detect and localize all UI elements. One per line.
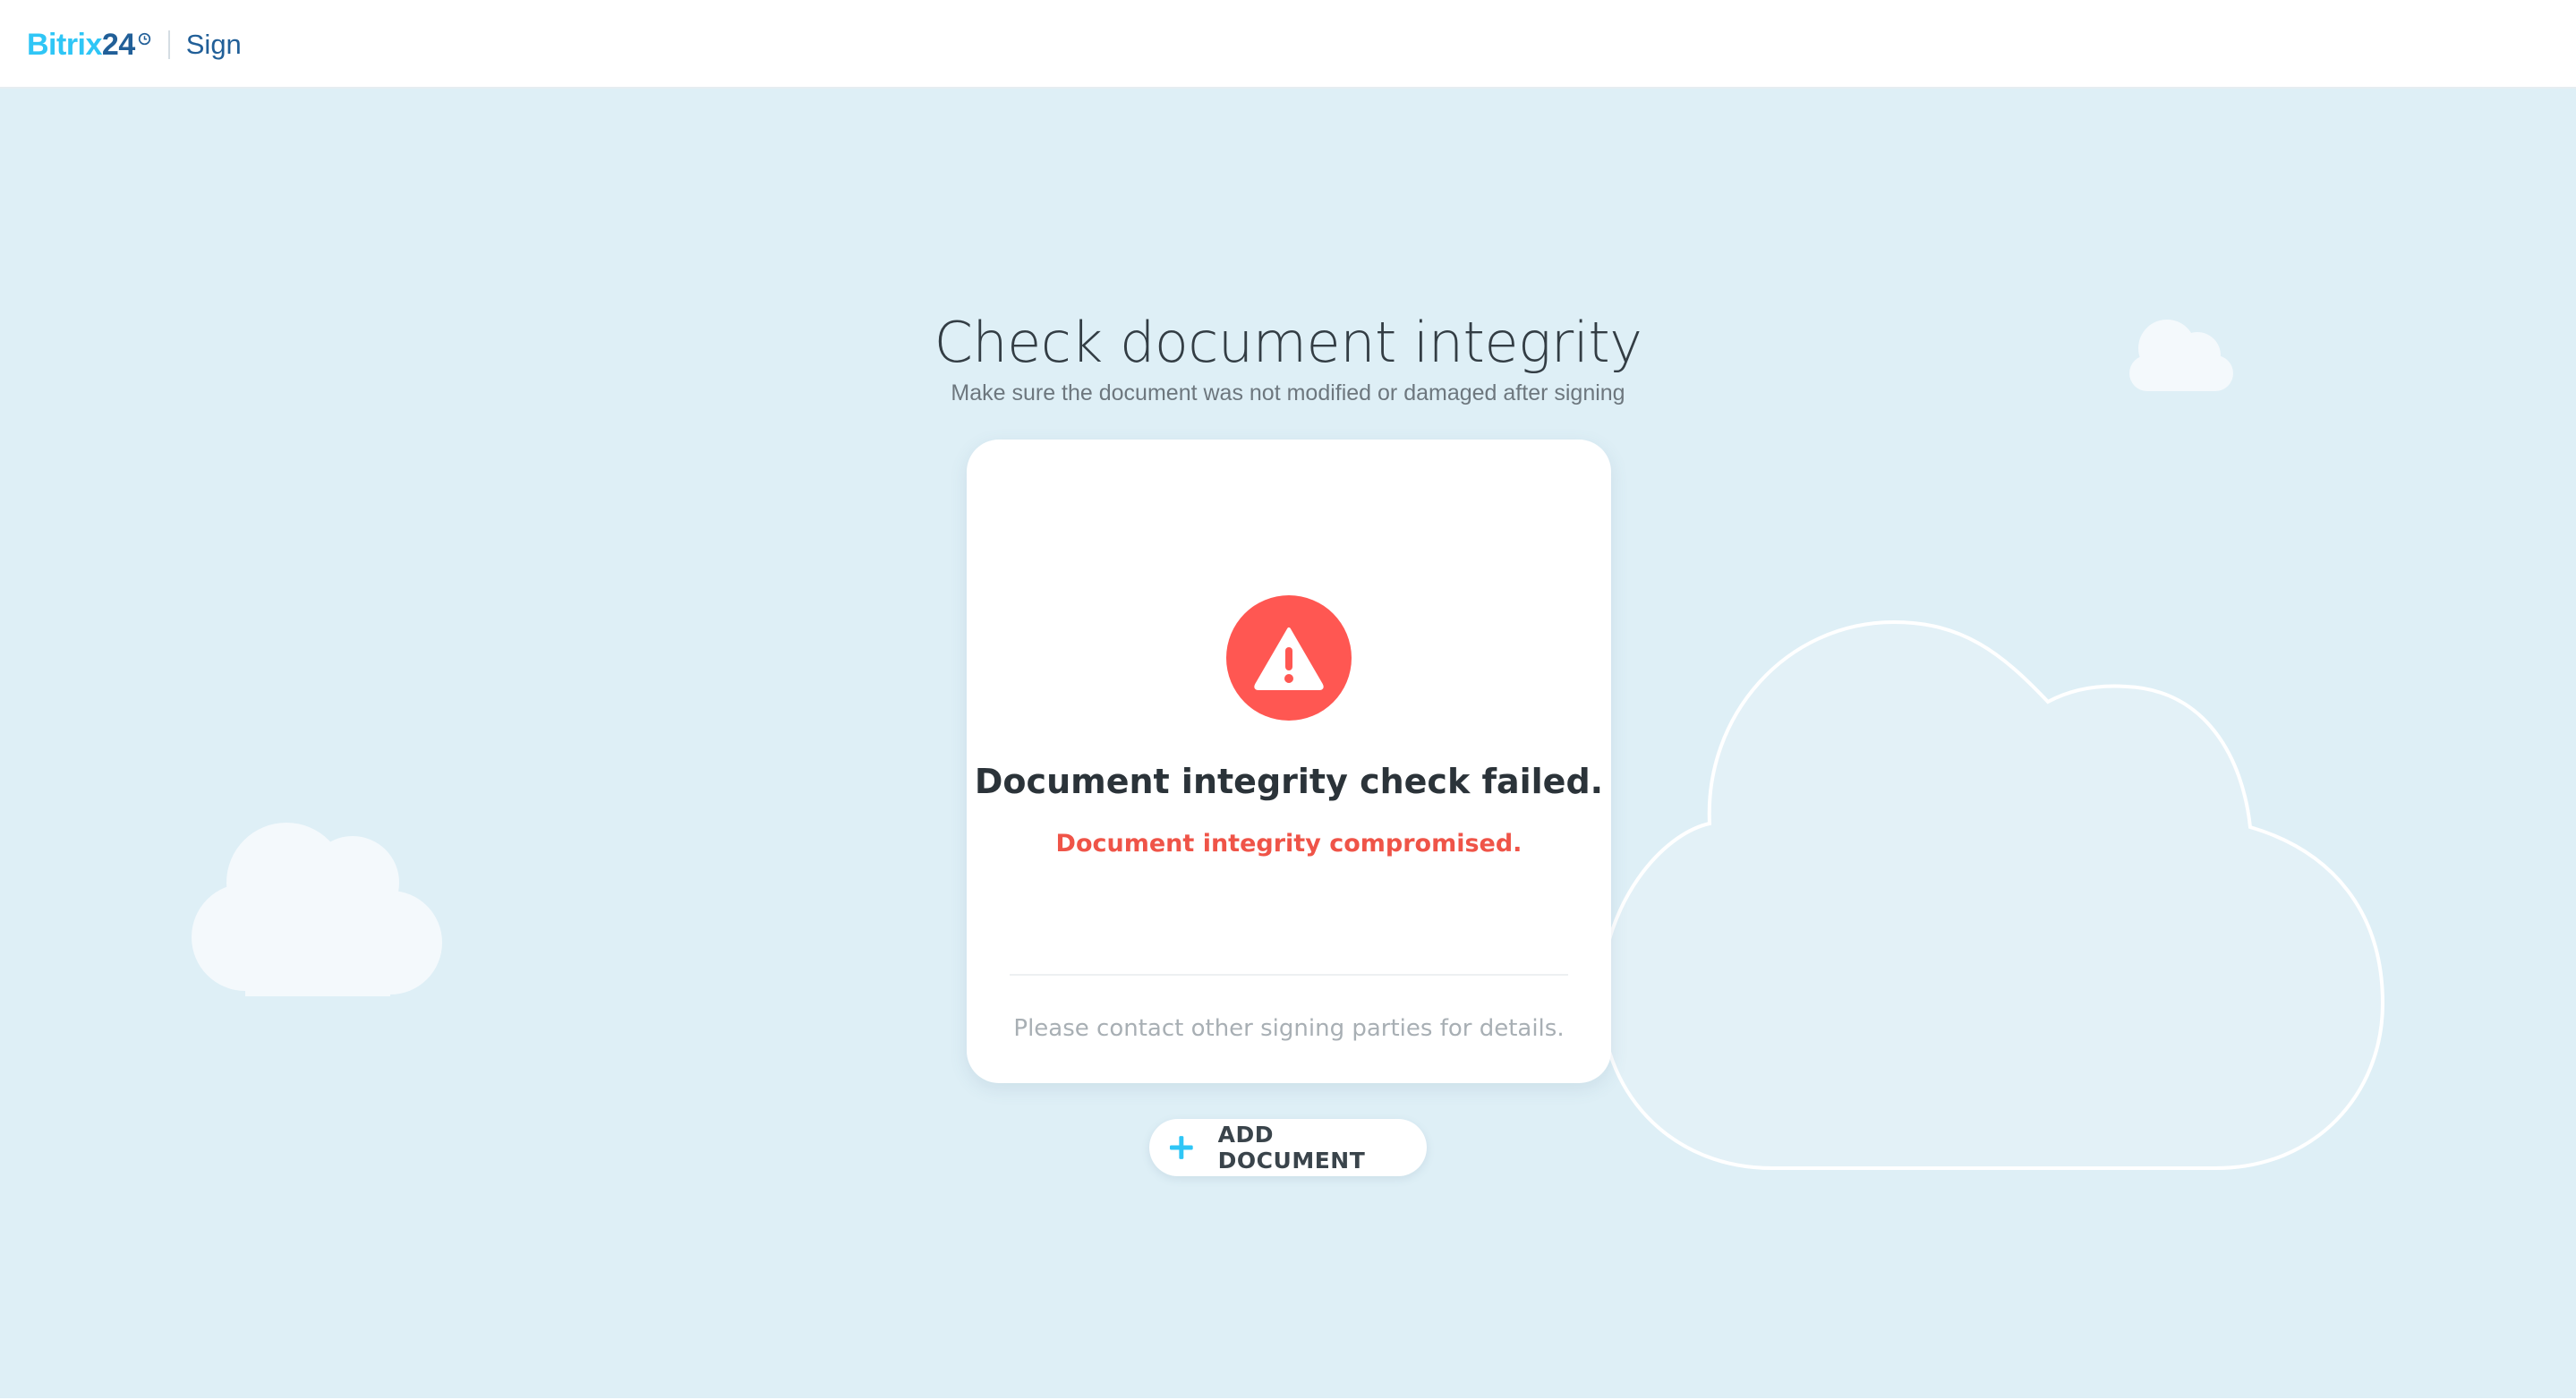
- result-title: Document integrity check failed.: [974, 762, 1604, 801]
- logo-divider: [167, 30, 170, 59]
- top-bar: Bitrix 24 Sign: [0, 0, 2576, 89]
- add-document-button[interactable]: ADD DOCUMENT: [1149, 1119, 1427, 1176]
- logo-bitrix-text: Bitrix: [27, 27, 102, 62]
- page-subtitle: Make sure the document was not modified …: [951, 380, 1625, 405]
- plus-icon: [1169, 1136, 1193, 1159]
- result-card: Document integrity check failed. Documen…: [967, 440, 1611, 1083]
- result-error-reason: Document integrity compromised.: [1055, 830, 1523, 858]
- card-divider: [1010, 974, 1568, 976]
- page-title: Check document integrity: [934, 310, 1642, 375]
- warning-triangle-icon: [1226, 595, 1352, 721]
- logo-24-text: 24: [101, 27, 135, 62]
- clock-icon: [138, 32, 150, 45]
- cloud-decoration-large-outline: [1599, 619, 2385, 1170]
- cloud-decoration-left: [192, 823, 442, 996]
- logo-sign-text: Sign: [185, 29, 242, 60]
- result-footer-note: Please contact other signing parties for…: [1013, 1015, 1565, 1042]
- add-document-label: ADD DOCUMENT: [1217, 1122, 1366, 1174]
- bitrix24-sign-logo[interactable]: Bitrix 24 Sign: [27, 24, 242, 65]
